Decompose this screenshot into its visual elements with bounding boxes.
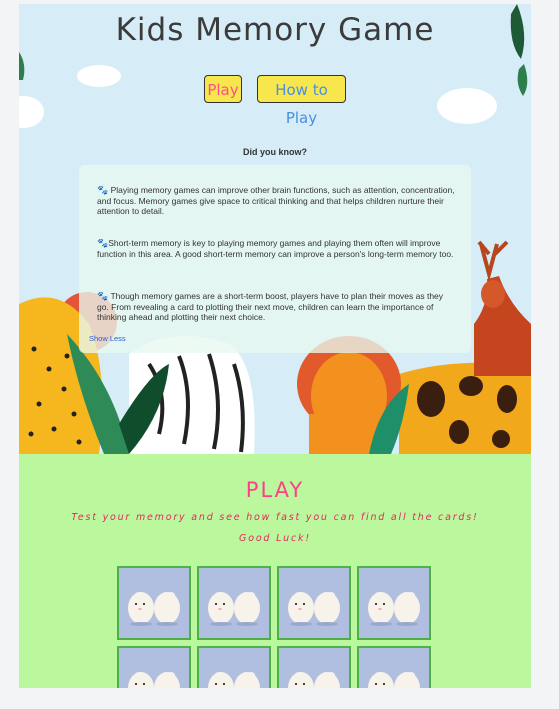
cheetah-spot xyxy=(61,386,67,392)
paw-icon: 🐾 xyxy=(97,185,109,195)
cheetah-spot xyxy=(36,401,42,407)
play-button[interactable]: Play xyxy=(204,75,242,103)
deer-head xyxy=(481,280,505,308)
fact-text: Playing memory games can improve other b… xyxy=(97,185,455,216)
hamster-pair-icon xyxy=(128,592,180,626)
facts-panel: 🐾 Playing memory games can improve other… xyxy=(79,165,471,353)
cloud xyxy=(19,96,44,128)
how-to-play-button[interactable]: How to Play xyxy=(257,75,346,127)
fact-item: 🐾 Playing memory games can improve other… xyxy=(97,185,455,217)
giraffe-spot xyxy=(459,376,483,396)
memory-card[interactable] xyxy=(277,646,351,688)
hamster-pair-icon xyxy=(368,592,420,626)
cheetah-spot xyxy=(71,411,77,417)
cheetah-spot xyxy=(31,346,37,352)
memory-card[interactable] xyxy=(117,566,191,640)
hamster-pair-icon xyxy=(208,672,260,688)
fact-item: 🐾 Though memory games are a short-term b… xyxy=(97,291,455,323)
cheetah-spot xyxy=(46,366,52,372)
hamster-pair-icon xyxy=(288,672,340,688)
fact-text: Though memory games are a short-term boo… xyxy=(97,291,444,322)
leaf xyxy=(19,52,25,80)
hamster-pair-icon xyxy=(368,672,420,688)
giraffe-spot xyxy=(417,381,445,417)
paw-icon: 🐾 xyxy=(97,238,109,248)
memory-card[interactable] xyxy=(117,646,191,688)
cloud xyxy=(437,88,497,124)
fact-text: Short-term memory is key to playing memo… xyxy=(97,238,454,259)
memory-card[interactable] xyxy=(357,646,431,688)
play-subtitle: Test your memory and see how fast you ca… xyxy=(71,512,479,523)
good-luck-text: Good Luck! xyxy=(239,533,311,544)
page-title: Kids Memory Game xyxy=(115,12,435,48)
cheetah-spot xyxy=(28,431,34,437)
paw-icon: 🐾 xyxy=(97,291,109,301)
deer-antlers xyxy=(477,240,509,282)
memory-card[interactable] xyxy=(197,566,271,640)
cloud xyxy=(77,65,121,87)
giraffe-spot xyxy=(492,430,510,448)
memory-card[interactable] xyxy=(197,646,271,688)
cheetah-spot xyxy=(76,439,82,445)
play-section: PLAY Test your memory and see how fast y… xyxy=(19,454,531,688)
play-heading: PLAY xyxy=(245,478,305,502)
hero-section: Kids Memory Game Play How to Play Did yo… xyxy=(19,4,531,454)
cheetah-spot xyxy=(51,426,57,432)
show-less-link[interactable]: Show Less xyxy=(89,334,126,345)
memory-card[interactable] xyxy=(357,566,431,640)
cheetah-spot xyxy=(64,353,70,359)
hamster-pair-icon xyxy=(128,672,180,688)
hamster-pair-icon xyxy=(208,592,260,626)
leaf xyxy=(517,64,528,96)
memory-card[interactable] xyxy=(277,566,351,640)
giraffe-spot xyxy=(497,385,517,413)
giraffe-spot xyxy=(449,420,469,444)
did-you-know-heading: Did you know? xyxy=(243,147,307,157)
fact-item: 🐾Short-term memory is key to playing mem… xyxy=(97,238,455,259)
page: Kids Memory Game Play How to Play Did yo… xyxy=(19,4,531,688)
hamster-pair-icon xyxy=(288,592,340,626)
